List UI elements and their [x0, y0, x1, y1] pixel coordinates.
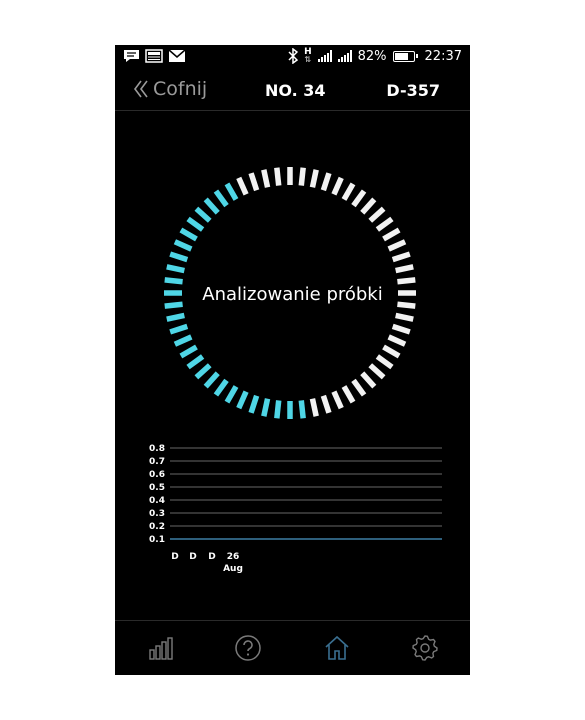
- progress-segment: [391, 323, 411, 335]
- progress-segment: [387, 239, 407, 252]
- progress-segment: [203, 371, 220, 389]
- progress-segment: [341, 182, 356, 201]
- clock: 22:37: [424, 48, 462, 64]
- progress-segment: [382, 344, 401, 359]
- x-tick-sublabel: Aug: [223, 564, 243, 574]
- progress-segment: [331, 176, 344, 196]
- progress-segment: [166, 312, 185, 322]
- message-icon: [124, 50, 139, 62]
- y-tick-label: 0.8: [149, 444, 165, 454]
- progress-segment: [173, 334, 193, 347]
- back-button[interactable]: Cofnij: [133, 78, 207, 100]
- network-type-indicator: H ⇅: [304, 47, 312, 64]
- progress-segment: [186, 354, 205, 370]
- y-tick-label: 0.7: [149, 457, 165, 467]
- progress-segment: [274, 400, 282, 419]
- bar-chart-icon: [149, 637, 173, 660]
- progress-segment: [368, 206, 386, 223]
- progress-segment: [382, 227, 401, 242]
- progress-segment: [395, 312, 414, 322]
- progress-segment: [320, 172, 332, 192]
- progress-segment: [194, 363, 212, 380]
- y-tick-label: 0.2: [149, 522, 165, 532]
- y-tick-label: 0.4: [149, 496, 165, 506]
- device-id: D-357: [386, 81, 440, 100]
- progress-segment: [248, 172, 260, 192]
- battery-percent: 82%: [357, 48, 387, 64]
- x-tick-label: 26: [227, 552, 240, 562]
- status-bar: H ⇅ 82% 22:37: [115, 45, 470, 70]
- progress-segment: [387, 334, 407, 347]
- y-tick-label: 0.1: [149, 535, 165, 545]
- progress-segment: [309, 169, 319, 188]
- progress-segment: [351, 378, 367, 397]
- progress-segment: [391, 251, 411, 263]
- progress-segment: [298, 167, 306, 186]
- mail-icon: [168, 49, 186, 62]
- battery-icon: [392, 50, 418, 62]
- help-icon: [235, 635, 261, 661]
- progress-segment: [169, 323, 189, 335]
- progress-segment: [173, 239, 193, 252]
- signal-strength-icon: [317, 50, 332, 62]
- progress-segment: [298, 400, 306, 419]
- y-tick-label: 0.6: [149, 470, 165, 480]
- progress-segment: [179, 344, 198, 359]
- double-chevron-left-icon: [134, 80, 148, 98]
- progress-segment: [274, 167, 282, 186]
- progress-segment: [375, 216, 394, 232]
- progress-segment: [320, 394, 332, 414]
- back-label: Cofnij: [153, 78, 208, 100]
- home-icon: [325, 635, 349, 660]
- progress-segment: [261, 169, 271, 188]
- progress-segment: [309, 398, 319, 417]
- progress-segment: [368, 363, 386, 380]
- sample-number: NO. 34: [265, 81, 326, 100]
- progress-segment: [236, 176, 249, 196]
- y-tick-label: 0.3: [149, 509, 165, 519]
- progress-segment: [331, 390, 344, 410]
- top-bar: Cofnij NO. 34 D-357: [115, 70, 470, 111]
- results-chart: 0.8 0.7 0.6 0.5 0.4 0.3 0.2 0.1 D D D 26 Aug: [149, 444, 442, 574]
- progress-segment: [236, 390, 249, 410]
- progress-segment: [224, 385, 239, 404]
- progress-label: Analizowanie próbki: [202, 284, 383, 305]
- nav-settings-button[interactable]: [410, 633, 440, 663]
- progress-segment: [360, 197, 377, 215]
- gear-icon: [412, 635, 438, 661]
- progress-segment: [360, 371, 377, 389]
- progress-segment: [261, 398, 271, 417]
- nav-help-button[interactable]: [233, 633, 263, 663]
- progress-segment: [213, 378, 229, 397]
- progress-segment: [203, 197, 220, 215]
- progress-segment: [397, 277, 416, 285]
- news-icon: [145, 49, 163, 63]
- bluetooth-icon: [288, 48, 299, 64]
- progress-segment: [224, 182, 239, 201]
- progress-segment: [169, 251, 189, 263]
- progress-segment: [248, 394, 260, 414]
- progress-segment: [213, 189, 229, 208]
- progress-segment: [194, 206, 212, 223]
- nav-stats-button[interactable]: [145, 633, 175, 663]
- progress-segment: [351, 189, 367, 208]
- progress-segment: [375, 354, 394, 370]
- progress-segment: [395, 264, 414, 274]
- progress-segment: [179, 227, 198, 242]
- x-tick-label: D: [189, 552, 196, 562]
- x-tick-label: D: [208, 552, 215, 562]
- progress-segment: [186, 216, 205, 232]
- signal-strength-icon-2: [337, 50, 352, 62]
- progress-segment: [341, 385, 356, 404]
- x-tick-label: D: [171, 552, 178, 562]
- progress-segment: [166, 264, 185, 274]
- bottom-nav: [115, 620, 470, 675]
- phone-screen: H ⇅ 82% 22:37 Cofnij NO. 34 D-357 Analiz…: [115, 45, 470, 675]
- progress-segment: [164, 277, 183, 285]
- nav-home-button[interactable]: [322, 633, 352, 663]
- y-tick-label: 0.5: [149, 483, 165, 493]
